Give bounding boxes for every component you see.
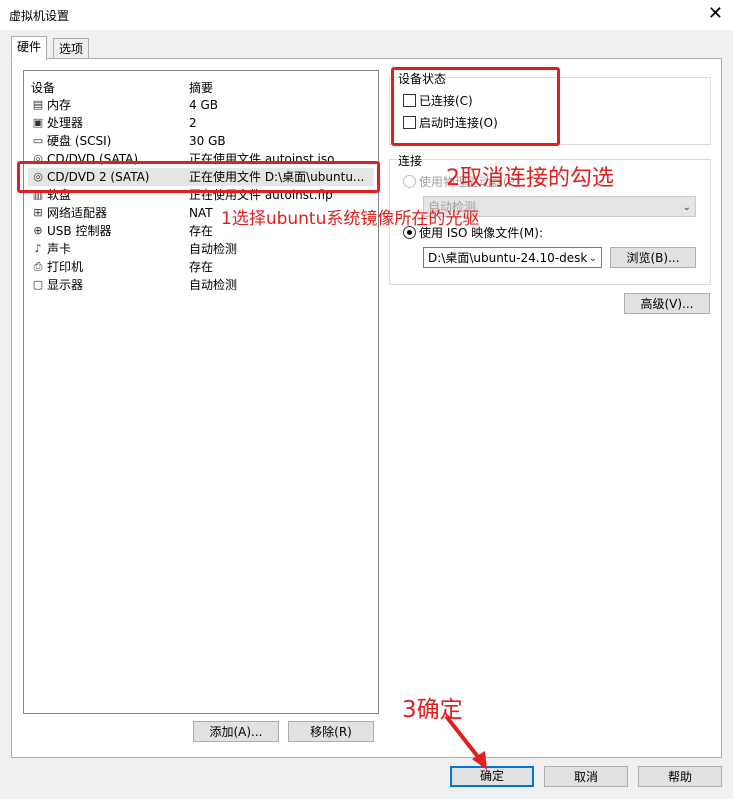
column-header-device[interactable]: 设备 [31,79,55,96]
device-row-sound[interactable]: ♪ 声卡 自动检测 [28,240,374,258]
device-name: USB 控制器 [47,224,112,238]
annotation-step2: 2取消连接的勾选 [446,166,614,191]
tab-options[interactable]: 选项 [53,38,90,60]
device-summary: NAT [189,206,213,220]
annotation-arrow-icon [444,714,487,770]
annotation-highlight-cdrom2 [17,161,380,193]
tab-hardware[interactable]: 硬件 [11,36,48,61]
device-row-printer[interactable]: ⎙ 打印机 存在 [28,258,374,276]
device-name: 打印机 [47,260,84,274]
device-summary: 30 GB [189,134,226,148]
remove-button[interactable]: 移除(R) [288,721,374,742]
window-title: 虚拟机设置 [9,9,70,23]
device-summary: 自动检测 [189,278,238,292]
device-row-memory[interactable]: ▤ 内存 4 GB [28,96,374,114]
harddisk-icon: ▭ [32,134,44,147]
device-summary: 存在 [189,224,214,238]
add-button[interactable]: 添加(A)... [193,721,279,742]
iso-path-value: D:\桌面\ubuntu-24.10-deskt [428,251,593,265]
device-summary: 存在 [189,260,214,274]
column-header-summary[interactable]: 摘要 [189,79,213,96]
connection-label: 连接 [397,152,424,169]
display-icon: ▢ [32,278,44,291]
cancel-button[interactable]: 取消 [544,766,628,787]
device-row-harddisk[interactable]: ▭ 硬盘 (SCSI) 30 GB [28,132,374,150]
iso-path-combobox[interactable]: D:\桌面\ubuntu-24.10-deskt ⌄ [423,247,602,268]
device-summary: 2 [189,116,197,130]
chevron-down-icon: ⌄ [586,248,597,267]
annotation-step1: 1选择ubuntu系统镜像所在的光驱 [221,209,480,229]
annotation-highlight-device-status [391,67,560,146]
network-icon: ⊞ [33,206,43,219]
browse-button[interactable]: 浏览(B)... [610,247,696,268]
printer-icon: ⎙ [33,260,43,273]
device-summary: 自动检测 [189,242,238,256]
device-name: 内存 [47,98,72,112]
memory-icon: ▤ [32,98,44,111]
sound-icon: ♪ [34,242,42,255]
device-name: 声卡 [47,242,72,256]
device-row-display[interactable]: ▢ 显示器 自动检测 [28,276,374,294]
help-button[interactable]: 帮助 [638,766,722,787]
device-name: 硬盘 (SCSI) [47,134,112,148]
device-name: 网络适配器 [47,206,108,220]
device-summary: 4 GB [189,98,218,112]
device-name: 显示器 [47,278,84,292]
usb-icon: ⊕ [33,224,43,237]
device-name: 处理器 [47,116,84,130]
close-icon[interactable]: ✕ [708,3,723,25]
chevron-down-icon: ⌄ [682,202,691,213]
physical-drive-radio[interactable] [403,175,416,188]
title-bar: 虚拟机设置 ✕ [0,0,733,30]
device-row-processor[interactable]: ▣ 处理器 2 [28,114,374,132]
cpu-icon: ▣ [32,116,44,129]
advanced-button[interactable]: 高级(V)... [624,293,710,314]
